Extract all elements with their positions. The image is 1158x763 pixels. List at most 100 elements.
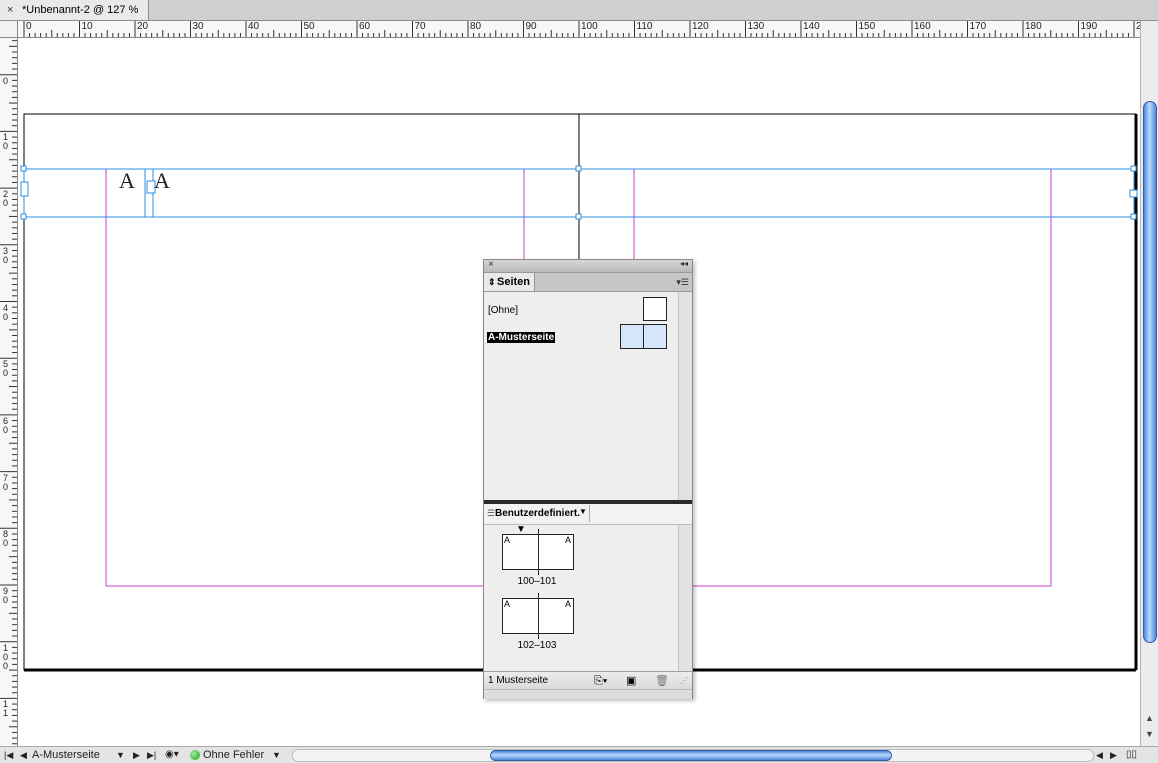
resize-grip-icon[interactable]: ⋰: [680, 672, 688, 690]
vertical-scrollbar[interactable]: ▲ ▼: [1140, 21, 1158, 746]
master-spread-thumbnail: [620, 324, 667, 349]
scroll-right-icon[interactable]: ▶: [1110, 747, 1117, 763]
view-dropdown[interactable]: Benutzerdefiniert. ▼: [493, 505, 590, 522]
document-title: *Unbenannt-2 @ 127 %: [22, 4, 139, 16]
ruler-label: 110: [636, 21, 653, 32]
scroll-left-icon[interactable]: ◀: [1096, 747, 1103, 763]
ruler-label: 180: [1025, 21, 1042, 32]
ruler-label: 1 1: [3, 699, 9, 719]
ruler-label: 3 0: [3, 245, 9, 265]
view-dropdown-label: Benutzerdefiniert.: [495, 508, 581, 519]
scroll-down-icon[interactable]: ▼: [1145, 729, 1154, 739]
ruler-label: 9 0: [3, 586, 9, 605]
split-view-icon[interactable]: ▯▯: [1126, 747, 1137, 763]
page-field[interactable]: A-Musterseite: [32, 747, 100, 763]
chevron-down-icon: ▼: [579, 507, 587, 516]
panel-title-bar[interactable]: × ◂◂: [484, 259, 692, 273]
page-count: 1 Musterseite: [488, 675, 549, 686]
tab-seiten[interactable]: ⇕ Seiten: [484, 273, 535, 291]
frame-glyph-a-right: A: [154, 168, 170, 193]
master-item-a[interactable]: A-Musterseite: [484, 324, 678, 350]
master-item-label: [Ohne]: [488, 305, 519, 316]
ruler-label: 100: [581, 21, 598, 32]
scroll-up-icon[interactable]: ▲: [1145, 713, 1154, 723]
document-tab-bar: × *Unbenannt-2 @ 127 %: [0, 0, 1158, 21]
trash-icon[interactable]: 🗑: [655, 672, 669, 690]
panel-footer: 1 Musterseite ⎘▾ ▣ 🗑 ⋰: [484, 671, 692, 690]
preflight-menu-chevron-icon[interactable]: ▼: [272, 747, 281, 763]
ruler-label: 90: [525, 21, 537, 32]
new-page-icon[interactable]: ▣: [626, 672, 636, 690]
preflight-status-icon: [190, 750, 200, 760]
frame-glyph-a-left: A: [119, 168, 135, 193]
spread-label: 100–101: [517, 576, 557, 587]
spread-thumbnail-100-101[interactable]: A A: [502, 529, 574, 575]
last-spread-icon[interactable]: ▶|: [147, 747, 156, 763]
left-page-prefix: A: [504, 599, 511, 609]
panel-menu-icon[interactable]: ▾☰: [676, 273, 689, 291]
ruler-label: 60: [359, 21, 371, 32]
ruler-label: 40: [248, 21, 260, 32]
vertical-ruler[interactable]: 1 001 02 03 04 05 06 07 08 09 01 0 01 1: [0, 38, 18, 746]
panel-bottom-grip[interactable]: [484, 689, 692, 699]
ruler-label: 50: [303, 21, 315, 32]
panel-tab-row: ⇕ Seiten ▾☰: [484, 273, 692, 292]
ruler-label: 10: [81, 21, 93, 32]
masters-scrollbar[interactable]: [678, 292, 692, 500]
close-tab-icon[interactable]: ×: [7, 0, 13, 20]
ruler-label: 30: [192, 21, 204, 32]
ruler-label: 70: [414, 21, 426, 32]
view-controls: ☰ Benutzerdefiniert. ▼: [484, 504, 692, 525]
tab-arrows-icon: ⇕: [488, 277, 496, 287]
ruler-label: 1 0: [3, 132, 9, 152]
horizontal-scrollbar[interactable]: [292, 749, 1094, 762]
edit-page-size-icon[interactable]: ⎘▾: [594, 672, 607, 690]
spread-spine: [538, 593, 539, 639]
next-spread-icon[interactable]: ▶: [133, 747, 140, 763]
spread-spine: [538, 529, 539, 575]
pages-scrollbar[interactable]: [678, 525, 692, 671]
ruler-label: 80: [470, 21, 482, 32]
ruler-label: 6 0: [3, 415, 9, 435]
ruler-label: 140: [803, 21, 820, 32]
panel-close-icon[interactable]: ×: [488, 259, 494, 270]
right-page-prefix: A: [564, 535, 571, 545]
ruler-label: 170: [969, 21, 987, 32]
tab-seiten-label: Seiten: [497, 276, 531, 288]
vertical-scroll-thumb[interactable]: [1143, 101, 1157, 643]
horizontal-ruler[interactable]: 0 10 20 30 40 50 60 70 80 90 100 110 120 130 140 150 160…: [18, 21, 1140, 38]
status-bar: |◀ ◀ A-Musterseite ▼ ▶ ▶| ◉▾ Ohne Fehler…: [0, 746, 1158, 763]
page-dropdown-chevron-icon[interactable]: ▼: [116, 747, 125, 763]
preflight-label[interactable]: Ohne Fehler: [203, 747, 264, 763]
ruler-label: 4 0: [3, 302, 9, 322]
open-document-icon[interactable]: ◉▾: [165, 747, 179, 763]
document-tab[interactable]: × *Unbenannt-2 @ 127 %: [0, 0, 149, 20]
pages-panel: × ◂◂ ⇕ Seiten ▾☰ [Ohne] A-Musterseite ☰ …: [483, 259, 693, 699]
masters-list: [Ohne] A-Musterseite: [484, 292, 678, 500]
spread-label: 102–103: [517, 640, 557, 651]
ruler-label: 0: [26, 21, 32, 32]
ruler-label: 7 0: [3, 472, 9, 492]
ruler-label: 2 0: [3, 189, 9, 209]
in-port-icon: [20, 181, 29, 197]
previous-spread-icon[interactable]: ◀: [20, 747, 27, 763]
first-spread-icon[interactable]: |◀: [4, 747, 13, 763]
master-item-none[interactable]: [Ohne]: [484, 296, 678, 322]
panel-collapse-icon[interactable]: ◂◂: [680, 259, 688, 268]
ruler-label: 1 0 0: [3, 642, 9, 671]
ruler-label: 160: [914, 21, 931, 32]
ruler-label: 190: [1080, 21, 1098, 32]
master-item-label: A-Musterseite: [487, 332, 556, 343]
right-page-prefix: A: [564, 599, 571, 609]
ruler-label: 5 0: [3, 359, 9, 379]
spread-thumbnail-102-103[interactable]: A A: [502, 593, 574, 639]
ruler-label: 150: [858, 21, 876, 32]
ruler-origin[interactable]: [0, 21, 18, 38]
ruler-label: 130: [747, 21, 765, 32]
ruler-label: 120: [692, 21, 709, 32]
master-thumbnail: [643, 297, 667, 321]
ruler-label: 0: [3, 75, 9, 86]
ruler-label: 8 0: [3, 529, 9, 549]
left-page-prefix: A: [504, 535, 511, 545]
horizontal-scroll-thumb[interactable]: [490, 750, 892, 761]
